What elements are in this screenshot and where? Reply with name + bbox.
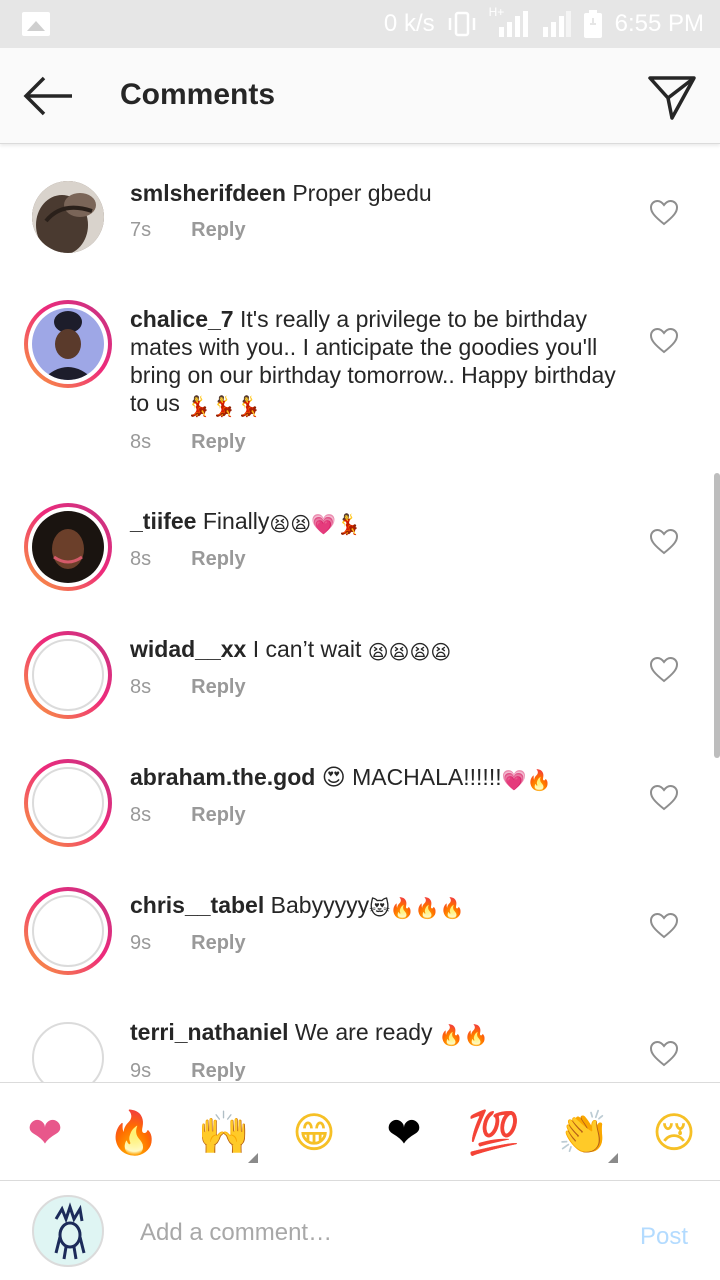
comment-time: 9s: [130, 932, 152, 954]
reply-button[interactable]: Reply: [191, 932, 245, 955]
comment-time: 8s: [130, 548, 152, 570]
my-avatar: [32, 1195, 104, 1267]
comment-message: We are ready: [294, 1019, 433, 1045]
signal-icon: [542, 11, 571, 37]
back-button[interactable]: [20, 72, 76, 120]
like-heart-icon[interactable]: [650, 328, 678, 354]
emoji-quick-bar: ❤ 🔥 🙌 😁 ❤ 💯 👏 😢: [0, 1082, 720, 1180]
comment-time: 8s: [130, 804, 152, 826]
comment-text: terri_nathaniel We are ready 🔥🔥: [130, 1018, 630, 1046]
page-title: Comments: [120, 78, 276, 111]
comment-username[interactable]: widad__xx: [130, 636, 246, 662]
variant-corner-icon: [248, 1153, 258, 1163]
comment-emojis: 🔥🔥: [438, 1023, 489, 1047]
network-speed: 0 k/s: [383, 10, 435, 37]
emoji-fire-button[interactable]: 🔥: [106, 1107, 162, 1159]
comment-time: 8s: [130, 676, 152, 698]
comment-username[interactable]: abraham.the.god: [130, 764, 315, 790]
battery-icon: [583, 10, 602, 38]
comment-emojis: 😻🔥🔥🔥: [369, 896, 465, 920]
comment-text: abraham.the.god 😍 MACHALA!!!!!!💗🔥: [130, 763, 630, 791]
comment-emojis: 💃💃💃: [186, 394, 261, 418]
comment-username[interactable]: terri_nathaniel: [130, 1019, 289, 1045]
avatar-story-ring[interactable]: [24, 300, 112, 388]
comment-emojis: 😫😫😫😫: [367, 640, 452, 664]
comment-text: chalice_7 It's really a privilege to be …: [130, 305, 620, 417]
top-bar: Comments: [0, 48, 720, 144]
comment-meta: 8s Reply: [130, 676, 246, 699]
comment-composer: Post: [0, 1180, 720, 1280]
comment-message: I can’t wait: [252, 636, 362, 662]
comment-username[interactable]: chris__tabel: [130, 892, 264, 918]
comment-time: 7s: [130, 219, 152, 241]
comment-meta: 8s Reply: [130, 804, 246, 827]
comment-message: Finally: [202, 508, 270, 534]
comment-meta: 9s Reply: [130, 932, 246, 955]
comment-meta: 8s Reply: [130, 431, 246, 454]
variant-corner-icon: [608, 1153, 618, 1163]
emoji-hundred-button[interactable]: 💯: [466, 1107, 522, 1159]
comment-time: 8s: [130, 431, 152, 453]
emoji-black-heart-button[interactable]: ❤: [376, 1107, 432, 1159]
comment-emojis: 💗🔥: [501, 768, 552, 792]
avatar-story-ring[interactable]: [24, 631, 112, 719]
reply-button[interactable]: Reply: [191, 219, 245, 242]
vibrate-icon: [448, 11, 475, 37]
arrow-left-icon: [23, 76, 72, 116]
reply-button[interactable]: Reply: [191, 804, 245, 827]
clock: 6:55 PM: [614, 10, 704, 37]
like-heart-icon[interactable]: [650, 785, 678, 811]
emoji-heart-button[interactable]: ❤: [17, 1107, 73, 1159]
comment-time: 9s: [130, 1060, 152, 1082]
avatar-story-ring[interactable]: [24, 759, 112, 847]
like-heart-icon[interactable]: [650, 1041, 678, 1067]
avatar[interactable]: [32, 1022, 104, 1082]
like-heart-icon[interactable]: [650, 200, 678, 226]
emoji-grin-button[interactable]: 😁: [286, 1107, 342, 1159]
status-bar: 0 k/s H+ 6:55 PM: [0, 0, 720, 48]
emoji-raised-hands-glyph: 🙌: [197, 1108, 251, 1157]
avatar: [32, 639, 104, 711]
comment-text: _tiifee Finally😫😫💗💃: [130, 507, 630, 535]
comment-username[interactable]: smlsherifdeen: [130, 180, 286, 206]
emoji-clap-button[interactable]: 👏: [556, 1107, 618, 1163]
avatar: [32, 895, 104, 967]
comment-text: smlsherifdeen Proper gbedu: [130, 179, 630, 207]
image-icon: [22, 12, 50, 36]
emoji-clap-glyph: 👏: [557, 1108, 611, 1157]
avatar: [32, 767, 104, 839]
paper-plane-icon: [648, 76, 696, 120]
avatar: [32, 511, 104, 583]
comment-input[interactable]: [140, 1211, 600, 1255]
comment-message: Babyyyyy: [270, 892, 370, 918]
avatar-story-ring[interactable]: [24, 503, 112, 591]
share-button[interactable]: [646, 70, 698, 122]
signal-icon: H+: [489, 5, 529, 37]
comment-meta: 9s Reply: [130, 1060, 246, 1082]
avatar-story-ring[interactable]: [24, 887, 112, 975]
reply-button[interactable]: Reply: [191, 676, 245, 699]
reply-button[interactable]: Reply: [191, 548, 245, 571]
like-heart-icon[interactable]: [650, 913, 678, 939]
comment-meta: 8s Reply: [130, 548, 246, 571]
comment-username[interactable]: _tiifee: [130, 508, 196, 534]
scrollbar[interactable]: [714, 473, 720, 758]
comment-meta: 7s Reply: [130, 219, 246, 242]
like-heart-icon[interactable]: [650, 529, 678, 555]
comment-message: Proper gbedu: [292, 180, 432, 206]
comment-text: widad__xx I can’t wait 😫😫😫😫: [130, 635, 630, 663]
comment-emojis: 😫😫💗💃: [269, 512, 361, 536]
avatar[interactable]: [32, 181, 104, 253]
reply-button[interactable]: Reply: [191, 1060, 245, 1082]
emoji-sad-button[interactable]: 😢: [646, 1107, 702, 1159]
comment-username[interactable]: chalice_7: [130, 306, 234, 332]
comment-message: 😍 MACHALA!!!!!!: [321, 764, 502, 790]
post-button[interactable]: Post: [640, 1223, 688, 1251]
emoji-raised-hands-button[interactable]: 🙌: [196, 1107, 258, 1163]
comment-text: chris__tabel Babyyyyy😻🔥🔥🔥: [130, 891, 630, 919]
comments-list[interactable]: smlsherifdeen Proper gbedu 7s Reply chal…: [0, 145, 720, 1082]
like-heart-icon[interactable]: [650, 657, 678, 683]
avatar: [32, 308, 104, 380]
reply-button[interactable]: Reply: [191, 431, 245, 454]
